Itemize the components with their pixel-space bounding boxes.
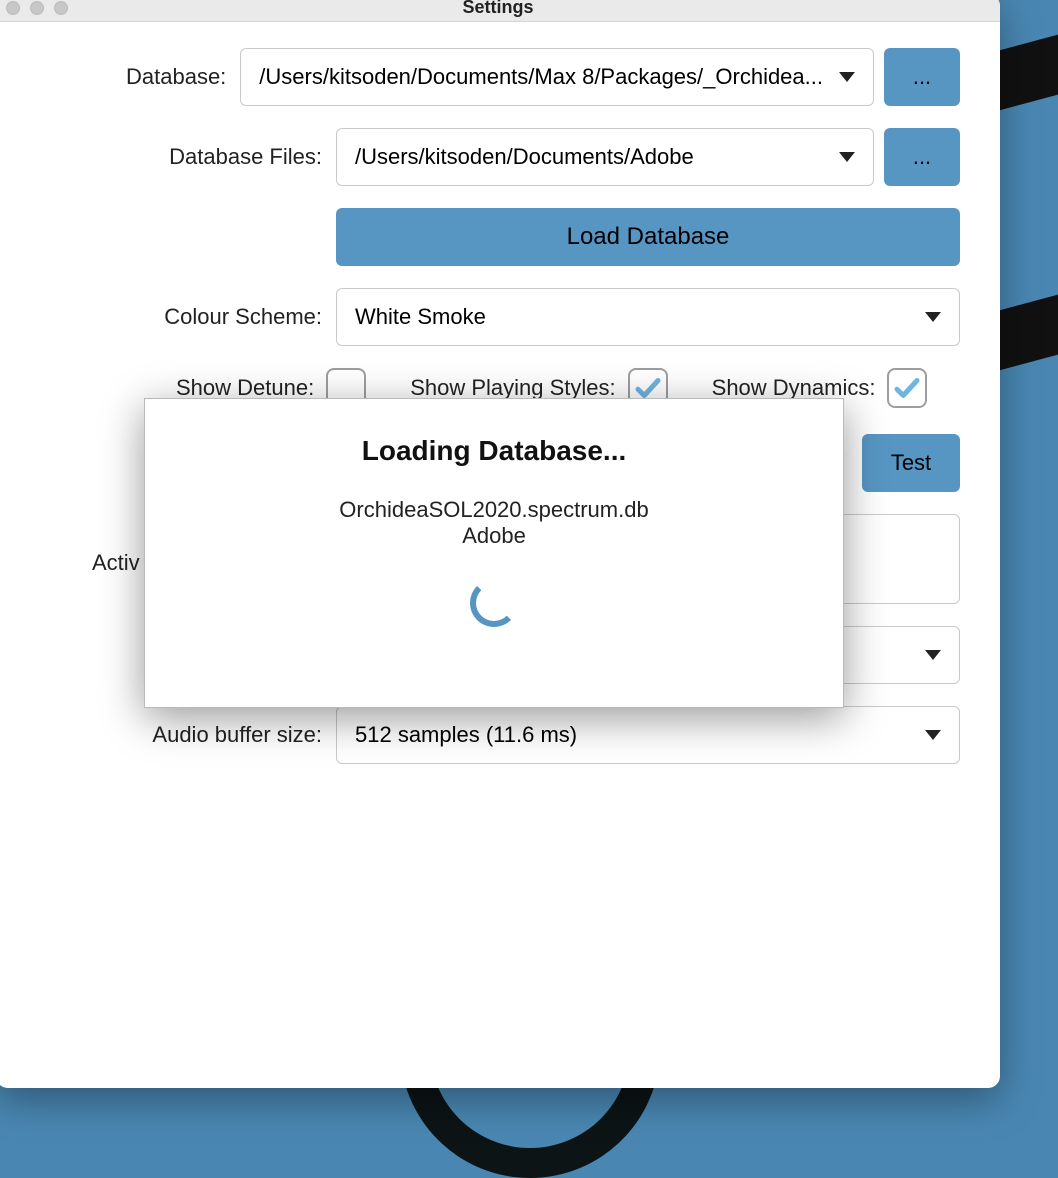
label-database-files: Database Files: (16, 144, 336, 170)
background-decor (998, 29, 1058, 110)
browse-database-button[interactable]: ... (884, 48, 960, 106)
database-files-select[interactable]: /Users/kitsoden/Documents/Adobe (336, 128, 874, 186)
colour-scheme-select[interactable]: White Smoke (336, 288, 960, 346)
modal-title: Loading Database... (362, 435, 627, 467)
chevron-down-icon (925, 650, 941, 660)
label-database: Database: (16, 64, 240, 90)
chevron-down-icon (925, 730, 941, 740)
browse-database-files-button[interactable]: ... (884, 128, 960, 186)
colour-scheme-value: White Smoke (355, 304, 486, 330)
buffer-size-select[interactable]: 512 samples (11.6 ms) (336, 706, 960, 764)
test-button[interactable]: Test (862, 434, 960, 492)
loading-modal: Loading Database... OrchideaSOL2020.spec… (144, 398, 844, 708)
background-decor (998, 289, 1058, 370)
spinner-icon (470, 579, 518, 627)
label-active-cutoff: Activ (92, 550, 140, 576)
label-colour-scheme: Colour Scheme: (16, 304, 336, 330)
check-icon (892, 373, 922, 403)
buffer-size-value: 512 samples (11.6 ms) (355, 722, 577, 748)
chevron-down-icon (839, 152, 855, 162)
modal-line-1: OrchideaSOL2020.spectrum.db (339, 497, 648, 523)
show-dynamics-checkbox[interactable] (887, 368, 927, 408)
settings-window: Settings Database: /Users/kitsoden/Docum… (0, 0, 1000, 1088)
label-buffer-size: Audio buffer size: (16, 722, 336, 748)
chevron-down-icon (925, 312, 941, 322)
titlebar: Settings (0, 0, 1000, 22)
window-title: Settings (0, 0, 1000, 18)
load-database-button[interactable]: Load Database (336, 208, 960, 266)
database-value: /Users/kitsoden/Documents/Max 8/Packages… (259, 64, 823, 90)
database-files-value: /Users/kitsoden/Documents/Adobe (355, 144, 694, 170)
database-select[interactable]: /Users/kitsoden/Documents/Max 8/Packages… (240, 48, 874, 106)
chevron-down-icon (839, 72, 855, 82)
modal-line-2: Adobe (462, 523, 526, 549)
